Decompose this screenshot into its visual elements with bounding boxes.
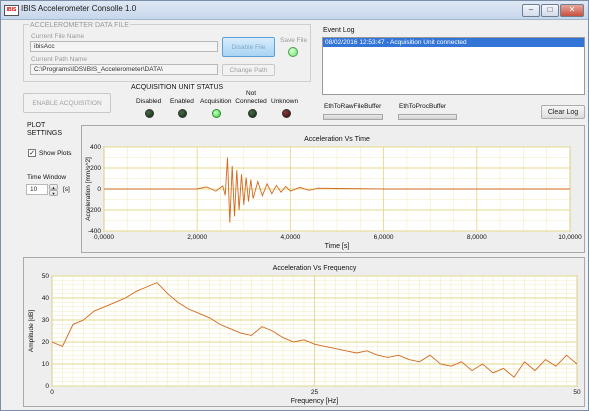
time-window-input[interactable] — [26, 184, 48, 195]
buffer2-bar — [398, 114, 457, 120]
buffer1-label: EthToRawFileBuffer — [324, 103, 382, 110]
y-tick-label: 10 — [42, 361, 50, 368]
status-enabled-label: Enabled — [170, 98, 194, 105]
x-tick-label: 0 — [50, 389, 54, 396]
x-axis-label: Frequency [Hz] — [291, 398, 339, 405]
x-tick-label: 6,0000 — [374, 234, 394, 241]
file-panel-title: ACCELEROMETER DATA FILE — [29, 22, 130, 29]
time-window-down-icon[interactable]: ▼ — [49, 190, 58, 196]
y-axis-label: Amplitude [dB] — [28, 310, 35, 352]
status-acquisition-label: Acquisition — [200, 98, 232, 105]
path-label: Current Path Name — [31, 56, 87, 63]
x-tick-label: 8,0000 — [467, 234, 487, 241]
y-tick-label: 20 — [42, 339, 50, 346]
y-tick-label: 0 — [45, 383, 49, 390]
time-chart-panel: Acceleration Vs Time 0,0000 2,0000 4,0000 6,… — [81, 125, 585, 253]
status-acquisition-led — [212, 109, 221, 118]
app-icon: IBIS — [4, 5, 19, 16]
chart-title: Acceleration Vs Frequency — [273, 265, 357, 272]
buffer2-label: EthToProcBuffer — [399, 103, 447, 110]
save-file-led[interactable] — [288, 47, 298, 57]
path-field[interactable] — [30, 64, 218, 75]
plot-settings-title-2: SETTINGS — [27, 130, 63, 137]
change-path-button[interactable]: Change Path — [222, 64, 275, 76]
x-tick-label: 25 — [311, 389, 319, 396]
title-bar: IBIS IBIS Accelerometer Consolle 1.0 – □… — [1, 1, 588, 20]
acquisition-status-title: ACQUISITION UNIT STATUS — [131, 84, 224, 91]
maximize-button[interactable]: □ — [541, 4, 559, 17]
plot-settings-title-1: PLOT — [27, 122, 46, 129]
window-title: IBIS Accelerometer Consolle 1.0 — [21, 4, 137, 13]
y-axis-label: Acceleration [mm/s^2] — [85, 157, 92, 221]
time-window-unit: [s] — [63, 186, 70, 193]
time-chart: Acceleration Vs Time 0,0000 2,0000 4,0000 6,… — [85, 136, 582, 250]
file-name-field[interactable] — [30, 41, 218, 52]
x-axis-label: Time [s] — [325, 243, 350, 250]
x-tick-label: 10,0000 — [558, 234, 582, 241]
event-log-title: Event Log — [323, 27, 355, 34]
y-tick-label: 0 — [97, 186, 101, 193]
x-tick-label: 50 — [573, 389, 581, 396]
status-unknown-led — [282, 109, 291, 118]
show-plots-label: Show Plots — [39, 150, 72, 157]
save-file-label: Save File — [280, 37, 308, 44]
status-unknown-label: Unknown — [271, 98, 299, 105]
event-log-entry[interactable]: 08/02/2016 12:53:47 - Acquisition Unit c… — [323, 38, 584, 47]
status-not-connected-label: Not Connected — [235, 90, 267, 105]
buffer1-bar — [323, 114, 383, 120]
x-tick-label: 4,0000 — [280, 234, 300, 241]
status-disabled-led — [145, 109, 154, 118]
status-disabled-label: Disabled — [136, 98, 162, 105]
clear-log-button[interactable]: Clear Log — [541, 105, 585, 119]
y-tick-label: 50 — [42, 273, 50, 280]
freq-chart-panel: Acceleration Vs Frequency 0 25 50 50 40 30 20 10… — [23, 257, 585, 407]
time-window-label: Time Window — [27, 174, 67, 181]
event-log-list[interactable]: 08/02/2016 12:53:47 - Acquisition Unit c… — [322, 37, 585, 95]
disable-file-button[interactable]: Disable File — [222, 37, 275, 57]
minimize-button[interactable]: – — [522, 4, 540, 17]
x-tick-label: 2,0000 — [187, 234, 207, 241]
y-tick-label: 40 — [42, 295, 50, 302]
status-not-connected-led — [248, 109, 257, 118]
freq-chart: Acceleration Vs Frequency 0 25 50 50 40 30 20 10… — [28, 265, 581, 405]
y-tick-label: 400 — [90, 144, 101, 151]
app-window: IBIS IBIS Accelerometer Consolle 1.0 – □… — [0, 0, 589, 411]
file-name-label: Current File Name — [31, 33, 85, 40]
status-enabled-led — [178, 109, 187, 118]
y-tick-label: -400 — [88, 228, 101, 235]
show-plots-checkbox[interactable]: ✓ — [28, 149, 36, 157]
chart-title: Acceleration Vs Time — [304, 136, 370, 143]
y-tick-label: 30 — [42, 317, 50, 324]
x-tick-label: 0,0000 — [94, 234, 114, 241]
enable-acquisition-button[interactable]: ENABLE ACQUISITION — [23, 93, 111, 113]
close-button[interactable]: ✕ — [560, 4, 584, 17]
